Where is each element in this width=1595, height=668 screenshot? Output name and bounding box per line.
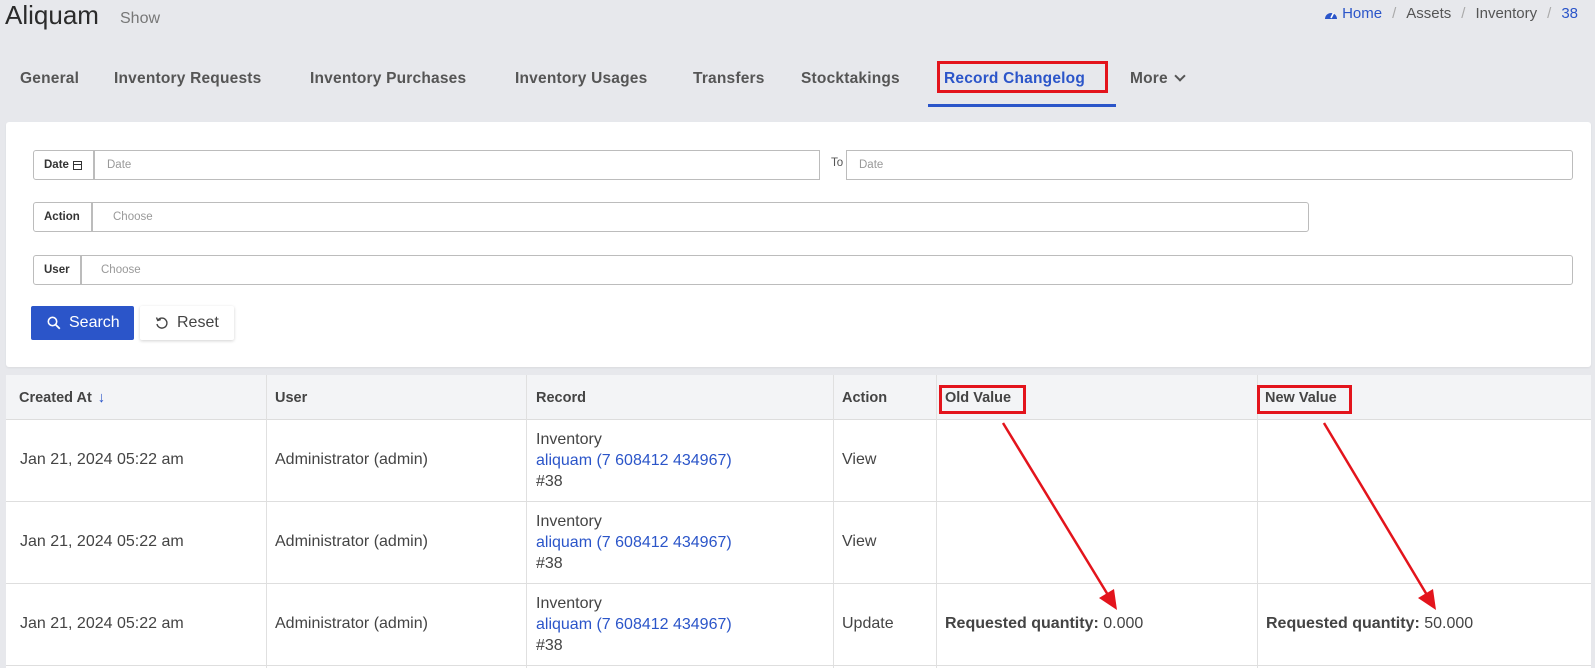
cell-user: Administrator (admin) xyxy=(275,451,428,468)
col-user[interactable]: User xyxy=(275,390,307,406)
cell-action: Update xyxy=(842,615,894,632)
cell-action: View xyxy=(842,533,877,550)
col-created-at-label: Created At xyxy=(19,390,92,406)
cell-record: Inventory aliquam (7 608412 434967) #38 xyxy=(536,593,732,656)
cell-record: Inventory aliquam (7 608412 434967) #38 xyxy=(536,511,732,574)
page-subtitle: Show xyxy=(120,10,161,27)
date-label: Date xyxy=(33,150,94,180)
tab-stocktakings[interactable]: Stocktakings xyxy=(801,70,900,88)
dashboard-icon xyxy=(1325,12,1338,19)
table-row: Jan 21, 2024 05:22 am Administrator (adm… xyxy=(6,584,1591,666)
tab-more[interactable]: More xyxy=(1130,70,1186,88)
tab-more-label: More xyxy=(1130,70,1168,87)
cell-old-value: Requested quantity: 0.000 xyxy=(945,615,1143,633)
tab-transfers[interactable]: Transfers xyxy=(693,70,765,88)
breadcrumb-assets[interactable]: Assets xyxy=(1406,5,1451,22)
reset-button[interactable]: Reset xyxy=(140,306,234,340)
record-link[interactable]: aliquam (7 608412 434967) xyxy=(536,614,732,635)
cell-user: Administrator (admin) xyxy=(275,533,428,550)
cell-created-at: Jan 21, 2024 05:22 am xyxy=(20,533,184,550)
page-title: Aliquam xyxy=(5,0,99,30)
to-label: To xyxy=(831,157,844,169)
date-label-text: Date xyxy=(44,159,69,171)
action-select[interactable]: Choose xyxy=(92,202,1309,232)
record-type: Inventory xyxy=(536,513,602,530)
user-label: User xyxy=(33,255,81,285)
cell-created-at: Jan 21, 2024 05:22 am xyxy=(20,615,184,632)
search-icon xyxy=(47,316,61,330)
old-value-key: Requested quantity: xyxy=(945,615,1099,632)
highlight-box-old-value xyxy=(939,385,1026,414)
reset-icon xyxy=(155,317,168,329)
page-header: Aliquam Show Home / Assets / Inventory /… xyxy=(0,0,1595,40)
col-created-at[interactable]: Created At ↓ xyxy=(19,390,105,406)
sort-desc-icon: ↓ xyxy=(97,390,106,406)
search-button[interactable]: Search xyxy=(31,306,134,340)
breadcrumb-inventory[interactable]: Inventory xyxy=(1475,5,1537,22)
cell-record: Inventory aliquam (7 608412 434967) #38 xyxy=(536,429,732,492)
table-row: Jan 21, 2024 05:22 am Administrator (adm… xyxy=(6,420,1591,502)
tab-inventory-usages[interactable]: Inventory Usages xyxy=(515,70,647,88)
record-id: #38 xyxy=(536,555,563,572)
changelog-table: Created At ↓ User Record Action Old Value… xyxy=(6,375,1591,668)
tab-bar: General Inventory Requests Inventory Pur… xyxy=(0,56,1595,108)
cell-action: View xyxy=(842,451,877,468)
chevron-down-icon xyxy=(1174,70,1186,82)
record-link[interactable]: aliquam (7 608412 434967) xyxy=(536,532,732,553)
cell-user: Administrator (admin) xyxy=(275,615,428,632)
reset-button-label: Reset xyxy=(177,314,219,331)
table-row: Jan 21, 2024 05:22 am Administrator (adm… xyxy=(6,502,1591,584)
record-link[interactable]: aliquam (7 608412 434967) xyxy=(536,450,732,471)
record-type: Inventory xyxy=(536,431,602,448)
user-select[interactable]: Choose xyxy=(81,255,1573,285)
new-value-val: 50.000 xyxy=(1424,615,1474,632)
calendar-icon xyxy=(72,160,82,170)
active-tab-indicator xyxy=(928,104,1116,107)
col-action[interactable]: Action xyxy=(842,390,887,406)
col-record[interactable]: Record xyxy=(536,390,586,406)
new-value-key: Requested quantity: xyxy=(1266,615,1420,632)
tab-inventory-purchases[interactable]: Inventory Purchases xyxy=(310,70,466,88)
old-value-val: 0.000 xyxy=(1103,615,1144,632)
cell-created-at: Jan 21, 2024 05:22 am xyxy=(20,451,184,468)
cell-new-value: Requested quantity: 50.000 xyxy=(1266,615,1473,633)
record-type: Inventory xyxy=(536,595,602,612)
action-label: Action xyxy=(33,202,92,232)
date-to-input[interactable]: Date xyxy=(846,150,1573,180)
record-id: #38 xyxy=(536,473,563,490)
breadcrumb: Home / Assets / Inventory / 38 xyxy=(1324,5,1578,22)
highlight-box-tab xyxy=(937,61,1108,93)
record-id: #38 xyxy=(536,637,563,654)
table-header: Created At ↓ User Record Action Old Value… xyxy=(6,375,1591,420)
breadcrumb-home[interactable]: Home xyxy=(1342,5,1382,22)
breadcrumb-current: 38 xyxy=(1561,5,1578,22)
tab-inventory-requests[interactable]: Inventory Requests xyxy=(114,70,261,88)
highlight-box-new-value xyxy=(1257,385,1352,414)
search-button-label: Search xyxy=(69,314,120,331)
filter-panel: Date Date To Date Action Choose User Cho… xyxy=(6,122,1591,367)
tab-general[interactable]: General xyxy=(20,70,79,88)
date-from-input[interactable]: Date xyxy=(94,150,820,180)
